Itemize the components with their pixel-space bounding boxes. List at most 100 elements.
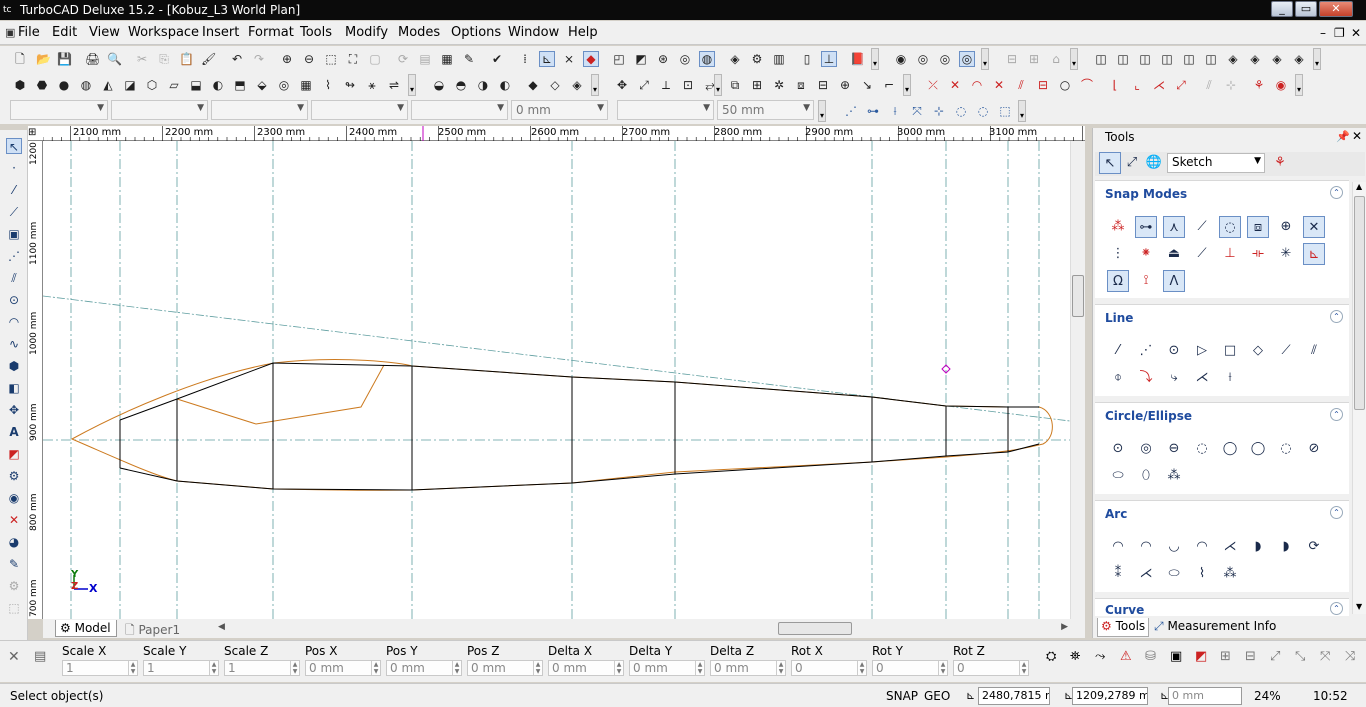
- view-3d-icon[interactable]: ◰: [611, 51, 627, 67]
- lower-outline[interactable]: [119, 443, 1040, 491]
- 3d-cylinder-icon[interactable]: ⬣: [34, 77, 50, 93]
- snap-center-icon[interactable]: ◌: [953, 103, 969, 119]
- arc-3point-icon[interactable]: ◡: [1163, 536, 1185, 558]
- toolbar-overflow-button[interactable]: ▾: [714, 74, 722, 96]
- snap-tangent-icon[interactable]: ⟋: [1191, 243, 1213, 265]
- gear-tool-icon[interactable]: ⚙: [6, 468, 22, 484]
- pen-width-combo[interactable]: ▼: [311, 100, 408, 120]
- render-mode-4-icon[interactable]: ◎: [959, 51, 975, 67]
- spell-check-icon[interactable]: ✔: [489, 51, 505, 67]
- print-icon[interactable]: 🖨: [84, 51, 100, 67]
- snap-pin-icon[interactable]: ⁕: [1135, 243, 1157, 265]
- zoom-extents-icon[interactable]: ⛶: [345, 51, 361, 67]
- view-iso3-icon[interactable]: ◈: [1269, 51, 1285, 67]
- line-perp-icon[interactable]: ⤷: [1163, 367, 1185, 389]
- view-front-icon[interactable]: ◫: [1093, 51, 1109, 67]
- chamfer-2d-icon[interactable]: ⌞: [1129, 77, 1145, 93]
- 3d-spring-icon[interactable]: ⚹: [364, 77, 380, 93]
- palette-globe-icon[interactable]: 🌐: [1143, 152, 1165, 174]
- palette-scrollbar[interactable]: ▲ ▼: [1352, 182, 1366, 614]
- 3d-loft-icon[interactable]: ⬒: [232, 77, 248, 93]
- horizontal-scroll-thumb[interactable]: [778, 622, 852, 635]
- line-rotated-rect-icon[interactable]: ◇: [1247, 340, 1269, 362]
- 3d-object-icon[interactable]: ⬢: [6, 358, 22, 374]
- copy-icon[interactable]: ⎘: [156, 51, 172, 67]
- menu-options[interactable]: Options: [451, 25, 501, 40]
- apply-4-icon[interactable]: ⚠: [1120, 649, 1132, 664]
- scroll-down-arrow[interactable]: ▼: [1356, 602, 1362, 611]
- line-angle-icon[interactable]: ⟋: [1275, 340, 1297, 362]
- snap-magnet-icon[interactable]: Ω: [1107, 270, 1129, 292]
- polyline-icon[interactable]: ⟋: [6, 204, 22, 220]
- 3d-slab-icon[interactable]: ▱: [166, 77, 182, 93]
- spinner-arrows[interactable]: ▲ ▼: [695, 661, 704, 675]
- z-coordinate-field[interactable]: 0 mm: [1168, 687, 1242, 705]
- snap-center-icon[interactable]: ⧈: [1247, 216, 1269, 238]
- inactive-2-icon[interactable]: ⊞: [1026, 51, 1042, 67]
- apply-12-icon[interactable]: ⤧: [1320, 649, 1330, 664]
- zoom-in-icon[interactable]: ⊕: [279, 51, 295, 67]
- book-icon[interactable]: 📕: [849, 51, 865, 67]
- coordinate-input[interactable]: 0 ▲ ▼: [953, 660, 1029, 676]
- face-icon[interactable]: ◈: [569, 77, 585, 93]
- line-polyline-icon[interactable]: ⋰: [1135, 340, 1157, 362]
- menu-window[interactable]: Window: [508, 25, 559, 40]
- line-parallel-icon[interactable]: ⫽: [1303, 340, 1325, 362]
- arc-double-icon[interactable]: ◠: [1135, 536, 1157, 558]
- workplane-icon[interactable]: ⊥: [821, 51, 837, 67]
- app-icon[interactable]: tc: [3, 4, 15, 16]
- fuselage-profile-outline[interactable]: [70, 359, 1053, 491]
- curve-tool-icon[interactable]: ∿: [6, 336, 22, 352]
- menu-tools[interactable]: Tools: [300, 25, 332, 40]
- toolbar-overflow-button[interactable]: ▾: [981, 48, 989, 70]
- line-tangent-arc-icon[interactable]: ⤵: [1135, 367, 1157, 389]
- paste-icon[interactable]: 📋: [178, 51, 194, 67]
- trim-icon[interactable]: ⤫: [925, 77, 941, 93]
- palette-wizard-icon[interactable]: ⚘: [1269, 152, 1291, 174]
- snap-quadrant-icon[interactable]: ⊹: [931, 103, 947, 119]
- arc-elliptical-icon[interactable]: ◗: [1247, 536, 1269, 558]
- 3d-cone-icon[interactable]: ◭: [100, 77, 116, 93]
- extend-icon[interactable]: ✕: [947, 77, 963, 93]
- snap-vertex-icon[interactable]: ⋰: [843, 103, 859, 119]
- upper-outline[interactable]: [119, 362, 1039, 421]
- collapse-icon[interactable]: ⌃: [1330, 506, 1343, 519]
- palette-edit-icon[interactable]: ⤢: [1121, 152, 1143, 174]
- palette-scroll-thumb[interactable]: [1354, 196, 1365, 410]
- snap-intersection-icon[interactable]: ✕: [1303, 216, 1325, 238]
- snap-indicator[interactable]: SNAP: [886, 689, 918, 703]
- arc-star-icon[interactable]: ⁑: [1107, 563, 1129, 585]
- inactive-3-icon[interactable]: ⌂: [1048, 51, 1064, 67]
- arc-full-icon[interactable]: ⟳: [1303, 536, 1325, 558]
- vertical-scroll-thumb[interactable]: [1072, 275, 1084, 317]
- tab-paper1[interactable]: 🗋 Paper1: [121, 620, 209, 637]
- render-mode-1-icon[interactable]: ◉: [893, 51, 909, 67]
- circle-center-radius-icon[interactable]: ⊙: [1107, 438, 1129, 460]
- split-icon[interactable]: ✕: [991, 77, 1007, 93]
- collapse-icon[interactable]: ⌃: [1330, 310, 1343, 323]
- 3d-wedge-icon[interactable]: ◪: [122, 77, 138, 93]
- render-mode-3-icon[interactable]: ◎: [937, 51, 953, 67]
- snap-middle-icon[interactable]: ⊶: [865, 103, 881, 119]
- view-top-icon[interactable]: ◫: [1181, 51, 1197, 67]
- inactive-tool-1-icon[interactable]: ⚙: [6, 578, 22, 594]
- redo-icon[interactable]: ↷: [251, 51, 267, 67]
- double-line-icon[interactable]: ⫽: [6, 270, 22, 286]
- scroll-up-arrow[interactable]: ▲: [1356, 182, 1362, 191]
- render-mode-2-icon[interactable]: ◎: [915, 51, 931, 67]
- circle-2point-icon[interactable]: ⊖: [1163, 438, 1185, 460]
- group-icon[interactable]: ⊞: [749, 77, 765, 93]
- line-split-icon[interactable]: ⟊: [1219, 367, 1241, 389]
- arc-tangent-icon[interactable]: ◠: [1191, 536, 1213, 558]
- leader-icon[interactable]: ⌐: [881, 77, 897, 93]
- arc-quarter-icon[interactable]: ◗: [1275, 536, 1297, 558]
- circle-tool-icon[interactable]: ⊙: [6, 292, 22, 308]
- coordinate-input[interactable]: 0 mm ▲ ▼: [629, 660, 705, 676]
- edit-node-icon[interactable]: ⤢: [636, 77, 652, 93]
- mdi-close-button[interactable]: ✕: [1351, 26, 1361, 40]
- tab-measurement-info[interactable]: ⤢ Measurement Info: [1151, 618, 1279, 637]
- ungroup-icon[interactable]: ⊟: [815, 77, 831, 93]
- snap-align-icon[interactable]: ⟛: [1247, 243, 1269, 265]
- apply-10-icon[interactable]: ⤢: [1270, 649, 1280, 664]
- apply-5-icon[interactable]: ⛁: [1145, 649, 1156, 664]
